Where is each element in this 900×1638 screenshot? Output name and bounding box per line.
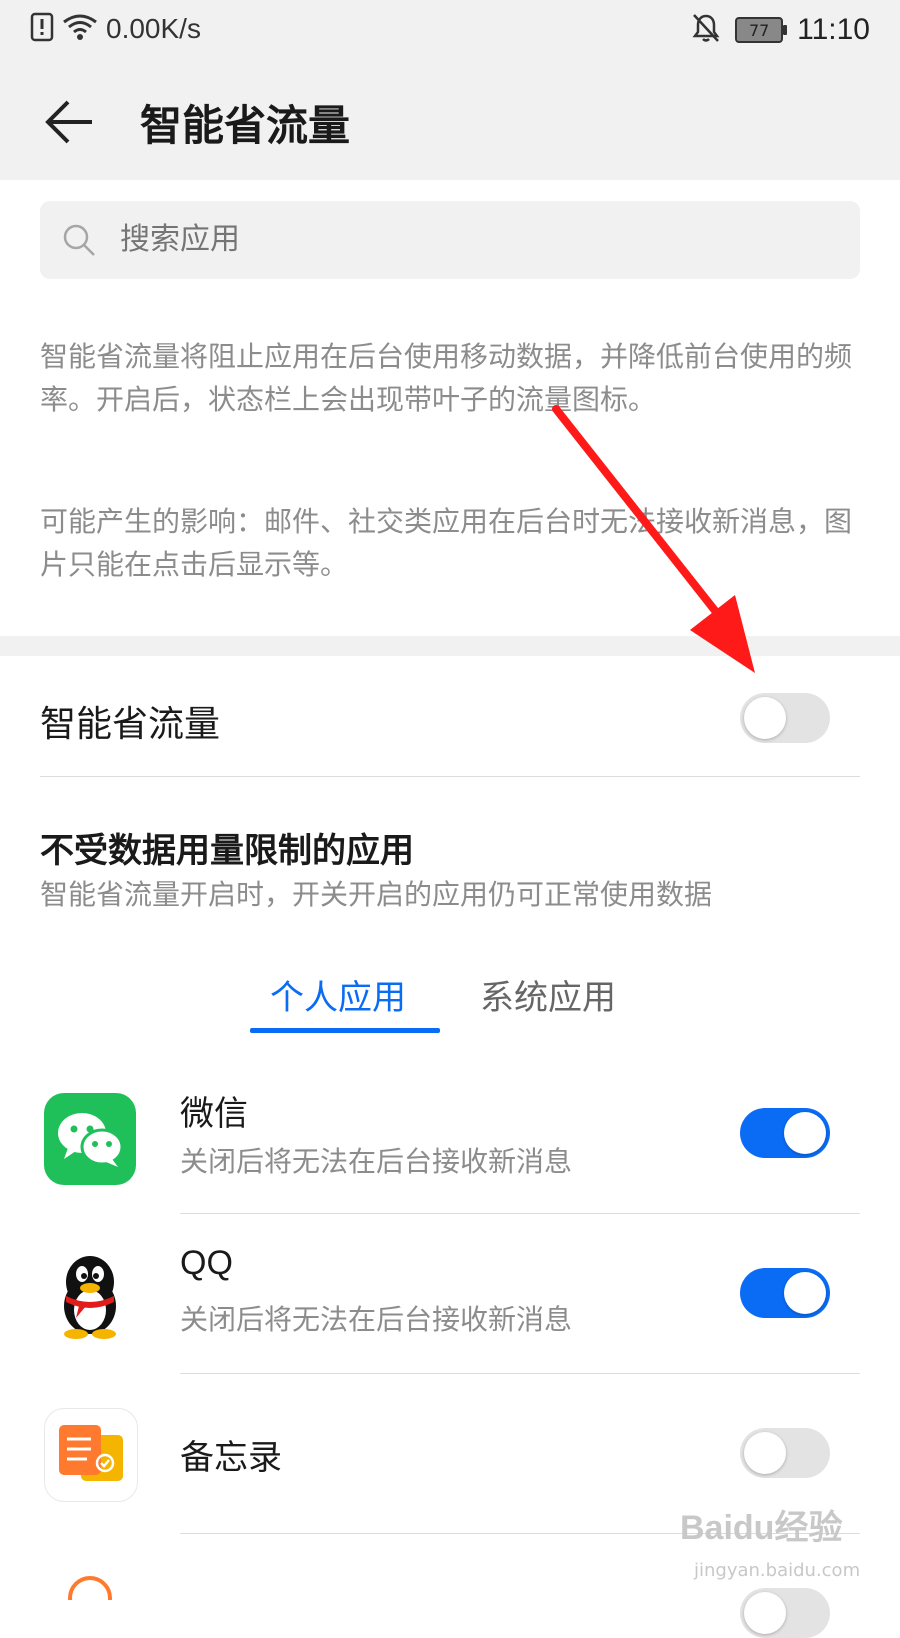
page-title: 智能省流量 (140, 101, 351, 150)
app-name: 备忘录 (180, 1438, 282, 1478)
bell-muted-icon (691, 12, 721, 48)
notes-toggle[interactable] (740, 1428, 830, 1478)
divider (40, 776, 860, 777)
battery-level: 77 (748, 20, 770, 40)
network-speed: 0.00K/s (106, 13, 201, 44)
app-desc: 关闭后将无法在后台接收新消息 (180, 1303, 573, 1336)
toggle-knob (784, 1112, 826, 1154)
active-tab-indicator (250, 1028, 440, 1033)
app-name: QQ (180, 1244, 233, 1282)
divider (180, 1373, 860, 1374)
qq-icon (44, 1248, 136, 1340)
qq-toggle[interactable] (740, 1268, 830, 1318)
search-bar[interactable] (40, 201, 860, 279)
app-desc: 关闭后将无法在后台接收新消息 (180, 1145, 573, 1178)
annotation-arrow (552, 405, 755, 673)
status-bar: 0.00K/s 77 11:10 (0, 0, 900, 62)
watermark-logo: Baidu经验 (680, 1500, 842, 1549)
app-bar: 智能省流量 (0, 62, 900, 180)
battery-icon: 77 (735, 17, 788, 43)
toggle-knob (744, 1592, 786, 1634)
search-icon (63, 224, 95, 256)
watermark-url: jingyan.baidu.com (694, 1560, 861, 1581)
toggle-knob (744, 1432, 786, 1474)
next-app-icon (44, 1570, 136, 1600)
back-button[interactable] (42, 92, 102, 152)
back-arrow-icon (45, 100, 92, 144)
notes-icon (44, 1408, 138, 1502)
wechat-icon (44, 1093, 136, 1185)
tab-system-apps[interactable]: 系统应用 (480, 970, 616, 1019)
smart-saver-label: 智能省流量 (40, 704, 221, 745)
unrestricted-subtitle: 智能省流量开启时，开关开启的应用仍可正常使用数据 (40, 878, 713, 911)
wechat-toggle[interactable] (740, 1108, 830, 1158)
next-app-toggle[interactable] (740, 1588, 830, 1638)
unrestricted-title: 不受数据用量限制的应用 (40, 831, 414, 871)
search-input[interactable] (120, 201, 820, 279)
toggle-knob (784, 1272, 826, 1314)
app-name: 微信 (180, 1094, 248, 1134)
divider (180, 1213, 860, 1214)
status-left: 0.00K/s (30, 12, 201, 46)
watermark-text: Baidu经验 (680, 1509, 843, 1547)
alert-icon (30, 12, 54, 46)
toggle-knob (744, 697, 786, 739)
smart-saver-toggle[interactable] (740, 693, 830, 743)
wifi-icon (62, 12, 98, 46)
clock: 11:10 (797, 13, 870, 46)
tab-personal-apps[interactable]: 个人应用 (270, 970, 406, 1019)
status-right: 77 11:10 (691, 12, 870, 48)
